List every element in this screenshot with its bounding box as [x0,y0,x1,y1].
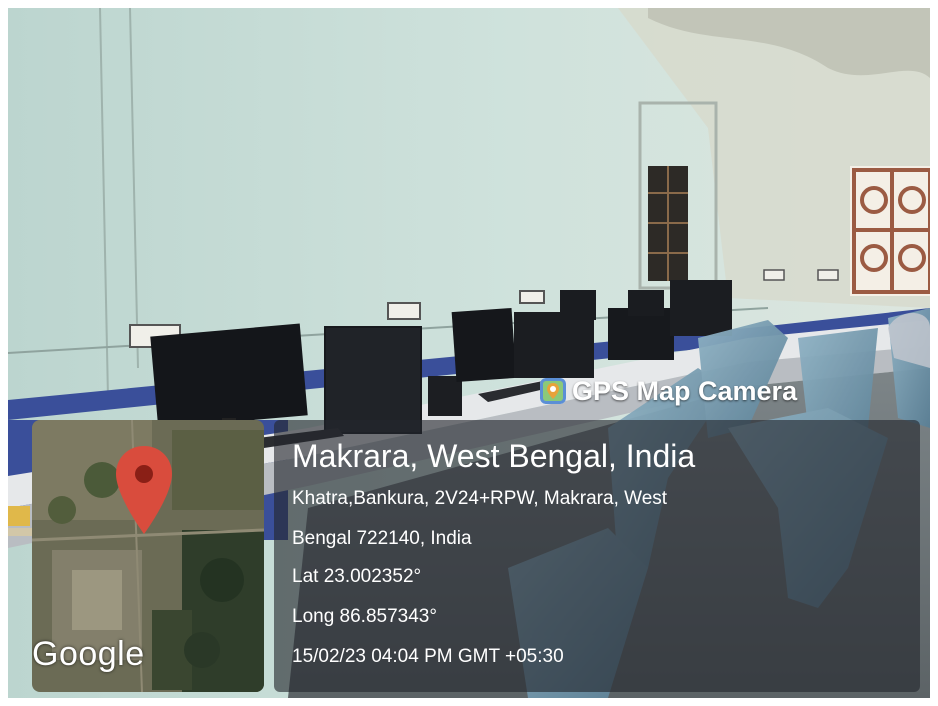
location-title: Makrara, West Bengal, India [292,438,696,474]
gps-map-camera-icon [540,378,566,404]
gps-map-camera-label: GPS Map Camera [572,375,798,406]
gps-map-camera-badge: GPS Map Camera [540,370,797,412]
location-info-panel: Makrara, West Bengal, India Khatra,Banku… [274,420,920,692]
map-pin-icon [116,446,172,534]
google-logo: Google [32,635,145,673]
timestamp-text: 15/02/23 04:04 PM GMT +05:30 [292,646,564,667]
latitude-text: Lat 23.002352° [292,566,422,587]
address-line-1: Khatra,Bankura, 2V24+RPW, Makrara, West [292,488,668,509]
address-line-2: Bengal 722140, India [292,528,472,549]
longitude-text: Long 86.857343° [292,606,437,627]
map-thumbnail: Google [32,420,264,692]
